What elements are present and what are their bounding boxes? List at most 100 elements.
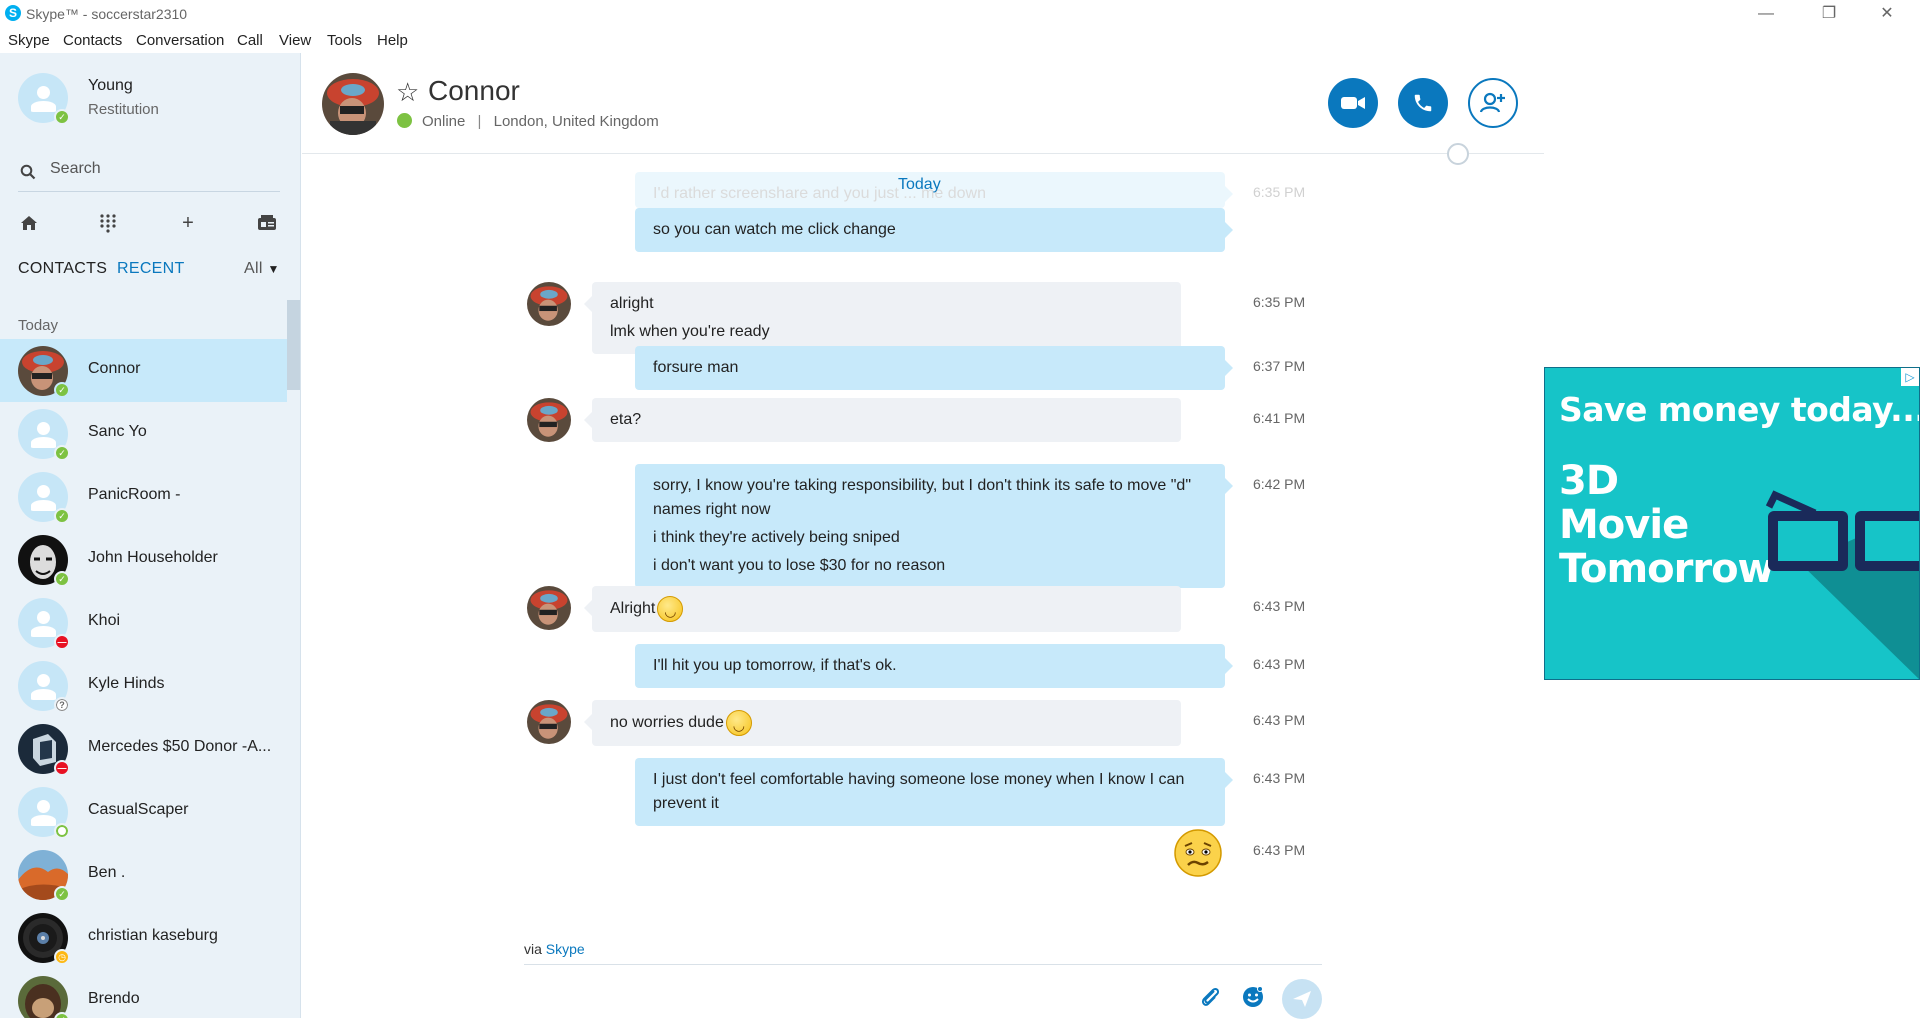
skype-link[interactable]: Skype xyxy=(546,941,585,957)
search-box[interactable]: Search xyxy=(18,156,280,192)
presence-text: Online xyxy=(422,113,466,130)
online-status-icon: ✓ xyxy=(54,109,70,125)
home-icon[interactable] xyxy=(9,203,49,243)
outgoing-message[interactable]: forsure man xyxy=(635,346,1233,390)
audio-call-button[interactable] xyxy=(1398,78,1448,128)
3d-glasses-icon xyxy=(1765,490,1919,679)
incoming-message[interactable]: no worries dude xyxy=(584,700,1181,746)
contact-item[interactable]: ◷ christian kaseburg xyxy=(0,906,287,969)
contact-item[interactable]: CasualScaper xyxy=(0,780,287,843)
message-text: eta? xyxy=(610,411,642,428)
day-separator: Today xyxy=(898,176,941,193)
contact-status: Online | London, United Kingdom xyxy=(397,113,659,130)
ad-line-2: Movie xyxy=(1559,502,1689,548)
online-status-icon: ✓ xyxy=(54,571,70,587)
sender-avatar[interactable] xyxy=(527,282,571,326)
video-call-button[interactable] xyxy=(1328,78,1378,128)
sender-avatar[interactable] xyxy=(527,586,571,630)
contact-item[interactable]: ✓ Connor xyxy=(0,339,287,402)
online-status-icon: ✓ xyxy=(54,886,70,902)
menu-view[interactable]: View xyxy=(279,32,311,49)
sender-avatar[interactable] xyxy=(527,700,571,744)
attach-file-icon[interactable] xyxy=(1195,985,1225,1015)
contact-item[interactable]: ? Kyle Hinds xyxy=(0,654,287,717)
contact-name: CasualScaper xyxy=(88,801,189,818)
restore-button[interactable]: ❐ xyxy=(1806,0,1852,28)
menu-skype[interactable]: Skype xyxy=(8,32,50,49)
contact-name: Kyle Hinds xyxy=(88,675,165,692)
outgoing-message[interactable]: I'll hit you up tomorrow, if that's ok. xyxy=(635,644,1233,688)
message-text: alright xyxy=(610,295,654,312)
ad-line-1: 3D xyxy=(1559,458,1619,504)
message-text: lmk when you're ready xyxy=(610,323,770,340)
sidebar-scrollbar[interactable] xyxy=(287,300,300,390)
contact-avatar: ✓ xyxy=(18,850,70,902)
incoming-message[interactable]: alright lmk when you're ready xyxy=(584,282,1181,354)
contact-avatar: ✓ xyxy=(18,346,70,398)
message-text: i think they're actively being sniped xyxy=(653,529,900,546)
contact-tabs: CONTACTS RECENT All ▼ xyxy=(18,260,283,284)
compose-box[interactable] xyxy=(524,964,1322,965)
ad-choices-icon[interactable]: ▷ xyxy=(1901,368,1919,386)
smile-emoticon-icon xyxy=(725,710,752,737)
menu-tools[interactable]: Tools xyxy=(327,32,362,49)
close-window-button[interactable]: ✕ xyxy=(1864,0,1910,28)
minimize-button[interactable]: — xyxy=(1743,0,1789,28)
sender-avatar[interactable] xyxy=(527,398,571,442)
contact-name: Connor xyxy=(428,75,520,106)
filter-dropdown[interactable]: All ▼ xyxy=(244,260,280,278)
my-mood-message[interactable]: Restitution xyxy=(88,101,159,118)
sidebar: ✓ Young Restitution Search + CONTACTS RE… xyxy=(0,53,301,1018)
sidebar-toolbar: + xyxy=(0,203,300,243)
message-text: i don't want you to lose $30 for no reas… xyxy=(653,557,946,574)
menu-conversation[interactable]: Conversation xyxy=(136,32,224,49)
contacts-card-icon[interactable] xyxy=(247,203,287,243)
add-participant-button[interactable] xyxy=(1468,78,1518,128)
message-timestamp: 6:35 PM xyxy=(1253,294,1306,310)
message-text: so you can watch me click change xyxy=(653,221,896,238)
search-label: Search xyxy=(50,160,101,177)
favorite-star-icon[interactable]: ☆ xyxy=(396,77,419,108)
dnd-status-icon: — xyxy=(54,634,70,650)
my-avatar[interactable]: ✓ xyxy=(18,73,70,125)
contact-item[interactable]: ✓ PanicRoom - xyxy=(0,465,287,528)
menu-call[interactable]: Call xyxy=(237,32,263,49)
offline-status-icon xyxy=(54,823,70,839)
menu-contacts[interactable]: Contacts xyxy=(63,32,122,49)
incoming-message[interactable]: eta? xyxy=(584,398,1181,442)
message-timestamp: 6:43 PM xyxy=(1253,770,1306,786)
outgoing-message[interactable]: so you can watch me click change xyxy=(635,208,1233,252)
contact-item[interactable]: — Khoi xyxy=(0,591,287,654)
my-name[interactable]: Young xyxy=(88,77,133,95)
dialpad-icon[interactable] xyxy=(88,203,128,243)
tab-contacts[interactable]: CONTACTS xyxy=(18,260,107,278)
conversation-header: ☆ Connor Online | London, United Kingdom xyxy=(302,53,1544,154)
contact-item[interactable]: ✓ Brendo xyxy=(0,969,287,1018)
menu-help[interactable]: Help xyxy=(377,32,408,49)
message-timestamp: 6:43 PM xyxy=(1253,598,1306,614)
contact-avatar[interactable] xyxy=(322,73,384,135)
add-icon[interactable]: + xyxy=(168,203,208,243)
outgoing-message[interactable]: sorry, I know you're taking responsibili… xyxy=(635,464,1233,588)
contact-avatar: ✓ xyxy=(18,409,70,461)
contact-item[interactable]: ✓ Sanc Yo xyxy=(0,402,287,465)
contact-item[interactable]: ✓ Ben . xyxy=(0,843,287,906)
skype-logo-icon: S xyxy=(5,5,21,21)
advertisement-banner[interactable]: ▷ Save money today... 3D Movie Tomorrow xyxy=(1544,367,1920,680)
away-status-icon: ◷ xyxy=(54,949,70,965)
contact-avatar: — xyxy=(18,598,70,650)
contact-item[interactable]: ✓ John Householder xyxy=(0,528,287,591)
message-timestamp: 6:43 PM xyxy=(1253,656,1306,672)
contact-avatar: ◷ xyxy=(18,913,70,965)
window-title: Skype™ - soccerstar2310 xyxy=(26,6,188,22)
contact-name: John Householder xyxy=(88,549,218,566)
contact-item[interactable]: — Mercedes $50 Donor -A... xyxy=(0,717,287,780)
contact-avatar: ✓ xyxy=(18,472,70,524)
tab-recent[interactable]: RECENT xyxy=(117,260,185,278)
outgoing-message[interactable]: I just don't feel comfortable having som… xyxy=(635,758,1233,826)
incoming-message[interactable]: Alright xyxy=(584,586,1181,632)
faded-message-time: 6:35 PM xyxy=(1253,184,1306,200)
send-button[interactable] xyxy=(1282,979,1322,1019)
contact-avatar: — xyxy=(18,724,70,776)
emoticon-picker-icon[interactable] xyxy=(1238,985,1268,1015)
